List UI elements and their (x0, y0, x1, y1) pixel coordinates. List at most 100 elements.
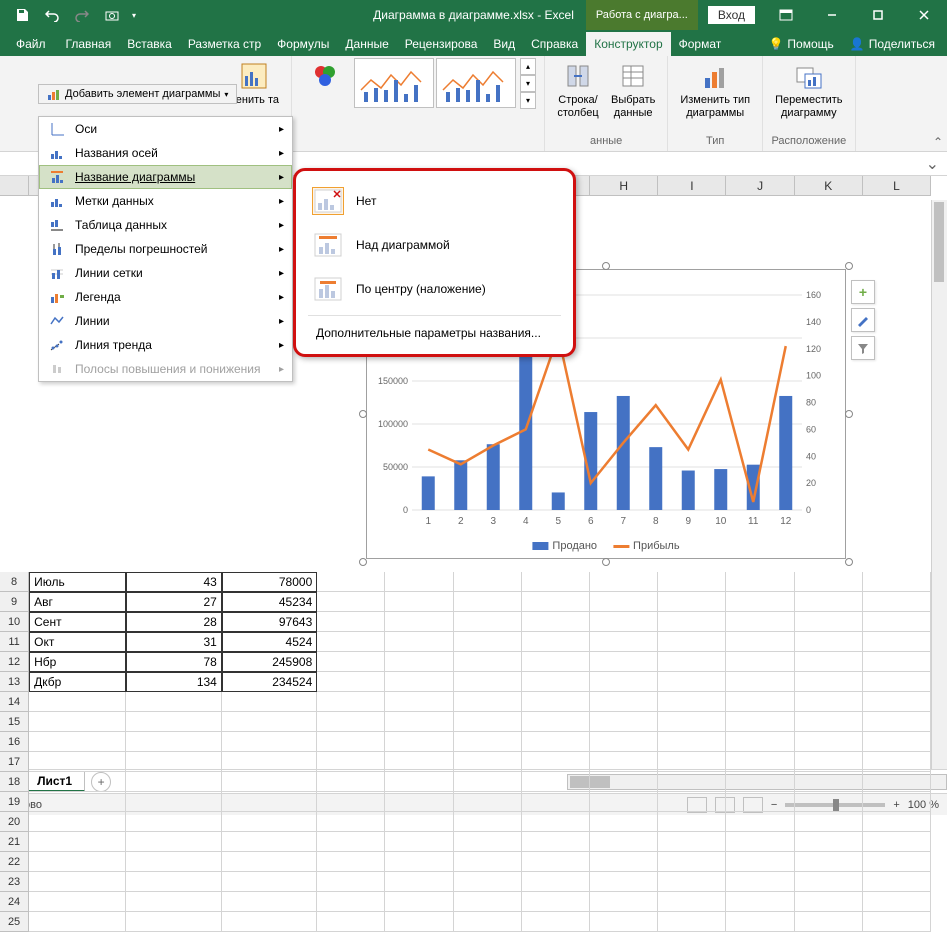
cell[interactable]: 245908 (222, 652, 317, 672)
cell[interactable]: 134 (126, 672, 221, 692)
move-chart-button[interactable]: Переместить диаграмму (771, 58, 846, 122)
cell[interactable] (590, 632, 658, 652)
cell[interactable] (863, 792, 931, 812)
cell[interactable] (590, 732, 658, 752)
cell[interactable] (317, 772, 385, 792)
cell[interactable] (658, 772, 726, 792)
cell[interactable] (795, 852, 863, 872)
row-header[interactable]: 17 (0, 752, 29, 772)
cell[interactable] (590, 712, 658, 732)
cell[interactable] (590, 852, 658, 872)
cell[interactable] (222, 792, 317, 812)
cell[interactable] (726, 712, 794, 732)
cell[interactable] (658, 732, 726, 752)
cell[interactable] (222, 872, 317, 892)
cell[interactable] (29, 912, 126, 932)
cell[interactable] (29, 712, 126, 732)
cell[interactable] (385, 612, 453, 632)
cell[interactable]: 78000 (222, 572, 317, 592)
cell[interactable] (863, 872, 931, 892)
cell[interactable] (590, 812, 658, 832)
cell[interactable] (454, 912, 522, 932)
row-header[interactable]: 9 (0, 592, 29, 612)
menu-data-table[interactable]: Таблица данных▸ (39, 213, 292, 237)
row-header[interactable]: 23 (0, 872, 29, 892)
cell[interactable]: Авг (29, 592, 126, 612)
cell[interactable] (726, 832, 794, 852)
row-header[interactable]: 20 (0, 812, 29, 832)
cell[interactable] (795, 832, 863, 852)
undo-button[interactable] (38, 3, 66, 27)
cell[interactable] (726, 652, 794, 672)
cell[interactable]: Дкбр (29, 672, 126, 692)
cell[interactable] (795, 872, 863, 892)
row-header[interactable]: 16 (0, 732, 29, 752)
row-header[interactable]: 18 (0, 772, 29, 792)
cell[interactable] (522, 892, 590, 912)
cell[interactable] (590, 572, 658, 592)
cell[interactable] (317, 632, 385, 652)
column-header[interactable]: L (863, 176, 931, 195)
cell[interactable] (385, 632, 453, 652)
cell[interactable] (222, 892, 317, 912)
cell[interactable]: 78 (126, 652, 221, 672)
cell[interactable] (795, 592, 863, 612)
cell[interactable] (222, 912, 317, 932)
cell[interactable] (222, 732, 317, 752)
cell[interactable] (863, 672, 931, 692)
cell[interactable] (590, 772, 658, 792)
cell[interactable] (590, 692, 658, 712)
cell[interactable] (454, 752, 522, 772)
column-header[interactable]: J (726, 176, 794, 195)
save-button[interactable] (8, 3, 36, 27)
cell[interactable] (454, 572, 522, 592)
cell[interactable] (317, 692, 385, 712)
row-header[interactable]: 8 (0, 572, 29, 592)
column-header[interactable]: H (590, 176, 658, 195)
cell[interactable]: Нбр (29, 652, 126, 672)
cell[interactable] (795, 732, 863, 752)
cell[interactable] (126, 912, 221, 932)
cell[interactable] (317, 732, 385, 752)
cell[interactable] (863, 912, 931, 932)
cell[interactable] (385, 832, 453, 852)
cell[interactable] (863, 852, 931, 872)
column-header[interactable]: I (658, 176, 726, 195)
cell[interactable] (863, 692, 931, 712)
cell[interactable] (317, 792, 385, 812)
cell[interactable] (863, 892, 931, 912)
tab-file[interactable]: Файл (4, 32, 58, 56)
cell[interactable]: Июль (29, 572, 126, 592)
cell[interactable]: 43 (126, 572, 221, 592)
cell[interactable] (454, 672, 522, 692)
cell[interactable] (454, 872, 522, 892)
cell[interactable] (126, 712, 221, 732)
cell[interactable] (222, 772, 317, 792)
cell[interactable] (863, 592, 931, 612)
cell[interactable] (658, 672, 726, 692)
cell[interactable] (522, 652, 590, 672)
cell[interactable] (385, 692, 453, 712)
title-above[interactable]: Над диаграммой (300, 223, 569, 267)
cell[interactable] (658, 612, 726, 632)
cell[interactable] (385, 672, 453, 692)
cell[interactable] (126, 872, 221, 892)
cell[interactable] (29, 752, 126, 772)
chart-style-2[interactable] (436, 58, 516, 108)
tab-design[interactable]: Конструктор (586, 32, 670, 56)
cell[interactable] (522, 592, 590, 612)
cell[interactable]: 4524 (222, 632, 317, 652)
cell[interactable] (385, 912, 453, 932)
cell[interactable] (795, 632, 863, 652)
cell[interactable] (658, 752, 726, 772)
cell[interactable] (454, 812, 522, 832)
cell[interactable] (454, 612, 522, 632)
row-header[interactable]: 21 (0, 832, 29, 852)
ribbon-display-options[interactable] (763, 0, 809, 30)
cell[interactable] (454, 632, 522, 652)
cell[interactable] (222, 712, 317, 732)
menu-chart-title[interactable]: Название диаграммы▸ (39, 165, 292, 189)
cell[interactable] (222, 852, 317, 872)
cell[interactable] (385, 892, 453, 912)
cell[interactable] (658, 692, 726, 712)
